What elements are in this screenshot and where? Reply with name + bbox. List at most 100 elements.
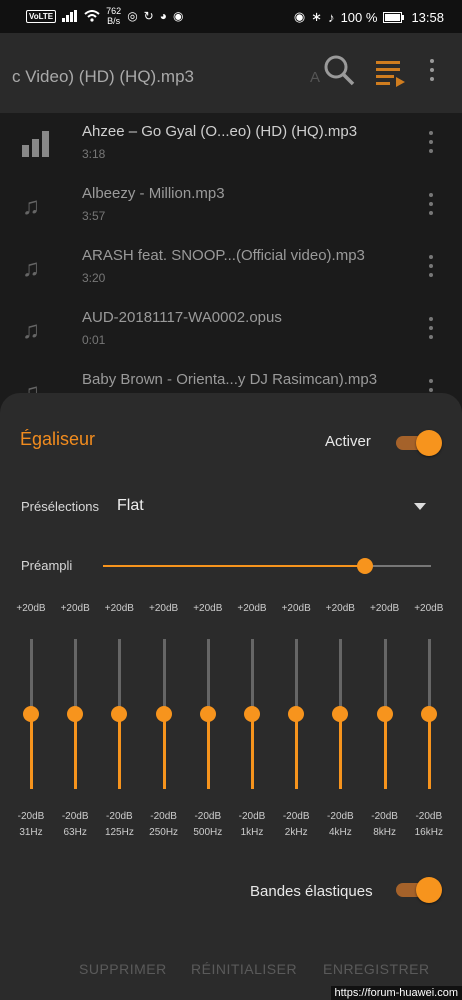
band-min-label: -20dB: [194, 811, 222, 822]
search-icon: [324, 55, 355, 86]
band-min-label: -20dB: [415, 811, 443, 822]
queue-button[interactable]: [374, 59, 408, 94]
list-item[interactable]: ♫ AUD-20181117-WA0002.opus 0:01: [0, 299, 462, 361]
app-bar: c Video) (HD) (HQ).mp3 A: [0, 33, 462, 113]
equalizer-sheet: Égaliseur Activer Présélections Flat Pré…: [0, 393, 462, 1000]
list-item[interactable]: ♫ ARASH feat. SNOOP...(Official video).m…: [0, 237, 462, 299]
track-list: Ahzee – Go Gyal (O...eo) (HD) (HQ).mp3 3…: [0, 113, 462, 423]
now-playing-bars-icon: [22, 131, 52, 157]
band-max-label: +20dB: [148, 603, 179, 614]
track-duration: 3:57: [82, 209, 106, 223]
band-min-label: -20dB: [282, 811, 310, 822]
band-frequency-label: 8kHz: [373, 827, 396, 838]
preset-select[interactable]: Flat: [117, 497, 144, 515]
more-vert-icon: [430, 57, 434, 81]
network-speed-value: 762: [106, 6, 122, 16]
elastic-bands-toggle[interactable]: [396, 877, 442, 903]
status-right: ◉ ∗ ♪ 100 % 13:58: [294, 9, 444, 25]
enable-toggle[interactable]: [396, 430, 442, 456]
band-track-fill: [295, 714, 299, 789]
track-duration: 3:20: [82, 271, 106, 285]
band-slider-1khz[interactable]: +20dB -20dB 1kHz: [230, 603, 274, 843]
music-note-icon: ♫: [22, 255, 40, 282]
band-min-label: -20dB: [238, 811, 266, 822]
toggle-knob: [416, 430, 442, 456]
preamp-slider-fill: [103, 565, 366, 567]
track-more-button[interactable]: [424, 315, 438, 345]
sync-icon: ↻: [143, 9, 154, 23]
elastic-bands-label: Bandes élastiques: [250, 883, 373, 900]
band-thumb[interactable]: [244, 706, 260, 722]
overflow-menu-button[interactable]: [430, 57, 434, 81]
track-title: Baby Brown - Orienta...y DJ Rasimcan).mp…: [82, 371, 378, 388]
band-max-label: +20dB: [60, 603, 90, 614]
band-slider-63hz[interactable]: +20dB -20dB 63Hz: [53, 603, 97, 843]
band-frequency-label: 31Hz: [19, 827, 43, 838]
band-min-label: -20dB: [17, 811, 45, 822]
band-max-label: +20dB: [16, 603, 46, 614]
toggle-knob: [416, 877, 442, 903]
band-slider-500hz[interactable]: +20dB -20dB 500Hz: [186, 603, 230, 843]
band-max-label: +20dB: [281, 603, 311, 614]
now-playing-title[interactable]: c Video) (HD) (HQ).mp3: [12, 67, 194, 87]
band-frequency-label: 63Hz: [63, 827, 87, 838]
band-thumb[interactable]: [332, 706, 349, 722]
dropdown-arrow-icon[interactable]: [414, 503, 426, 510]
band-frequency-label: 1kHz: [240, 827, 264, 838]
band-thumb[interactable]: [23, 706, 39, 722]
band-thumb[interactable]: [376, 706, 393, 722]
status-bar: VoLTE 762 B/s ◎ ↻ ◕ ◉ ◉ ∗ ♪ 100 % 13:58: [0, 0, 462, 33]
search-button[interactable]: [322, 53, 356, 92]
band-frequency-label: 16kHz: [414, 827, 443, 838]
list-item[interactable]: Ahzee – Go Gyal (O...eo) (HD) (HQ).mp3 3…: [0, 113, 462, 175]
delete-button[interactable]: SUPPRIMER: [79, 961, 167, 977]
music-note-icon: ♫: [22, 317, 40, 344]
list-item[interactable]: ♫ Albeezy - Million.mp3 3:57: [0, 175, 462, 237]
track-more-button[interactable]: [424, 191, 438, 221]
band-thumb[interactable]: [288, 706, 305, 722]
signal-icon: [62, 10, 78, 22]
band-thumb[interactable]: [420, 706, 437, 722]
band-slider-8khz[interactable]: +20dB -20dB 8kHz: [363, 603, 407, 843]
band-slider-31hz[interactable]: +20dB -20dB 31Hz: [9, 603, 53, 843]
band-frequency-label: 4kHz: [328, 827, 352, 838]
title-overflow-letter: A: [310, 69, 321, 86]
enable-label: Activer: [325, 433, 371, 450]
band-frequency-label: 500Hz: [193, 827, 223, 838]
volte-indicator: VoLTE: [26, 9, 57, 23]
band-min-label: -20dB: [106, 811, 133, 822]
band-thumb[interactable]: [199, 706, 216, 722]
band-slider-2khz[interactable]: +20dB -20dB 2kHz: [274, 603, 318, 843]
preamp-slider[interactable]: [103, 558, 431, 574]
band-max-label: +20dB: [414, 603, 444, 614]
more-vert-icon: [424, 253, 438, 277]
equalizer-title: Égaliseur: [20, 429, 96, 449]
band-min-label: -20dB: [61, 811, 89, 822]
band-slider-4khz[interactable]: +20dB -20dB 4kHz: [318, 603, 362, 843]
band-track-fill: [339, 714, 343, 789]
band-min-label: -20dB: [150, 811, 177, 822]
band-frequency-label: 2kHz: [284, 827, 308, 838]
band-track-fill: [30, 714, 33, 789]
track-title: Ahzee – Go Gyal (O...eo) (HD) (HQ).mp3: [82, 123, 358, 140]
band-sliders: +20dB -20dB 31Hz +20dB -20dB 63Hz +20dB -20dB 12…: [9, 603, 455, 843]
band-thumb[interactable]: [155, 706, 172, 722]
track-more-button[interactable]: [424, 253, 438, 283]
band-slider-250hz[interactable]: +20dB -20dB 250Hz: [142, 603, 186, 843]
band-track-fill: [162, 714, 166, 789]
save-button[interactable]: ENREGISTRER: [323, 961, 430, 977]
track-duration: 3:18: [82, 147, 106, 161]
battery-text: 100 %: [340, 9, 378, 25]
band-track-fill: [251, 714, 254, 789]
band-thumb[interactable]: [111, 706, 128, 722]
track-more-button[interactable]: [424, 129, 438, 159]
action-buttons: SUPPRIMER RÉINITIALISER ENREGISTRER: [0, 961, 462, 985]
band-slider-16khz[interactable]: +20dB -20dB 16kHz: [407, 603, 451, 843]
band-track-fill: [118, 714, 122, 789]
preamp-slider-thumb[interactable]: [357, 558, 374, 574]
more-vert-icon: [424, 129, 438, 153]
reset-button[interactable]: RÉINITIALISER: [191, 961, 297, 977]
eye-icon: ◉: [293, 9, 306, 24]
band-slider-125hz[interactable]: +20dB -20dB 125Hz: [97, 603, 141, 843]
band-thumb[interactable]: [67, 706, 84, 722]
